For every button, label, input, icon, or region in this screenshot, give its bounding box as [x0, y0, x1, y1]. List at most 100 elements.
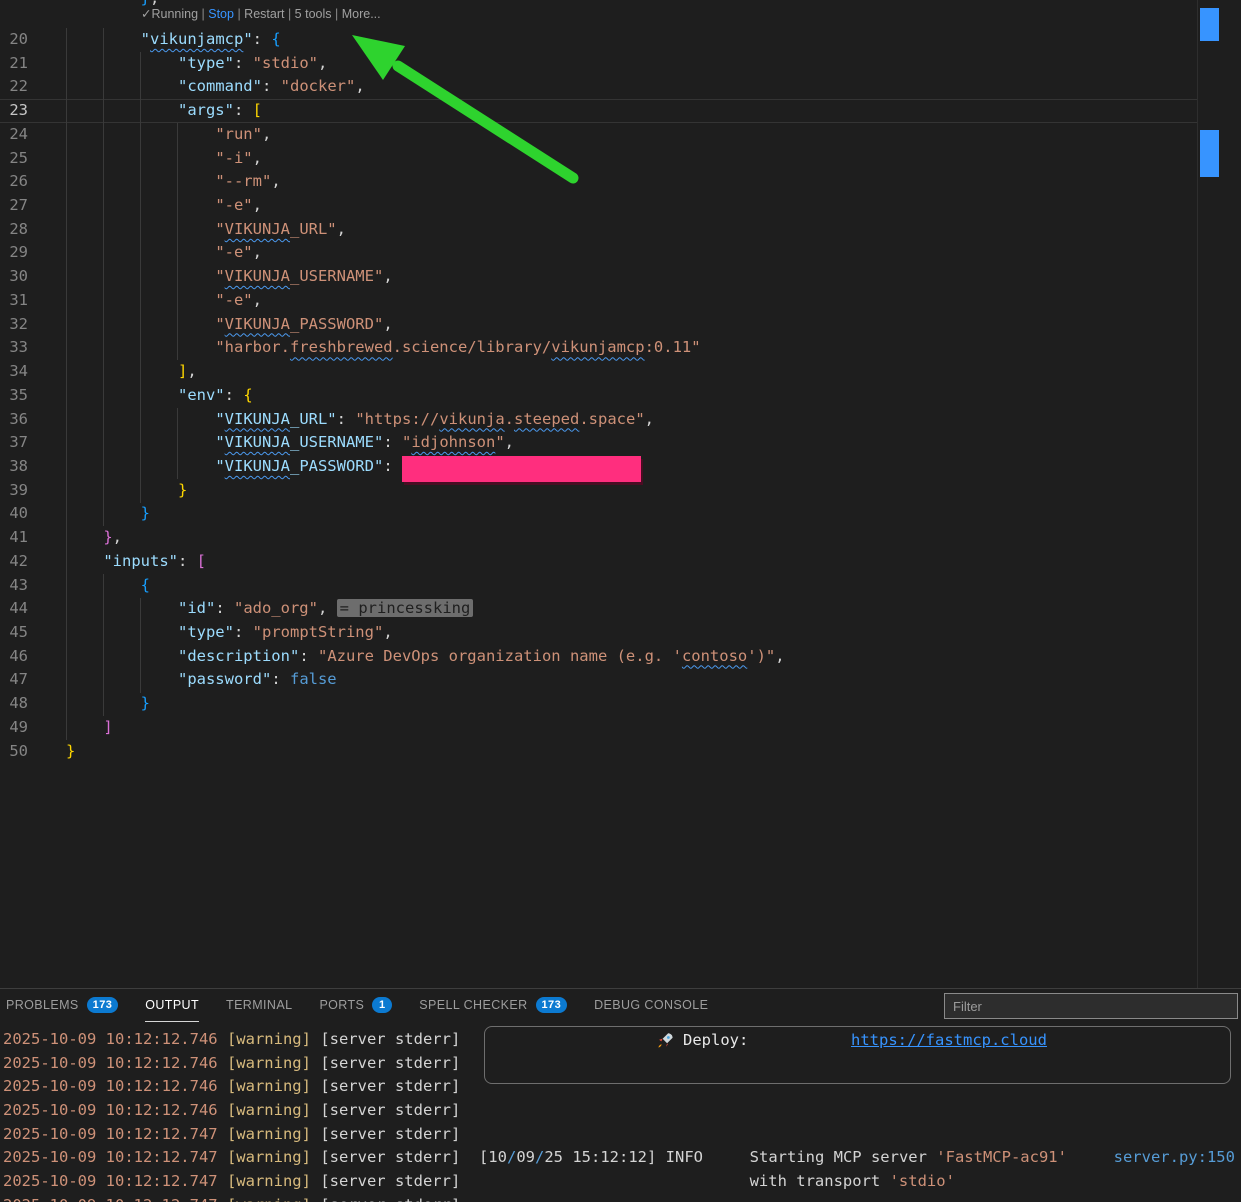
code-line[interactable]: 20 "vikunjamcp": { [0, 28, 1197, 52]
code-line[interactable]: 49 ] [0, 716, 1197, 740]
code-token: [server stderr] [320, 1030, 460, 1048]
codelens-restart[interactable]: Restart [244, 7, 284, 21]
code-editor[interactable]: }, ✓Running | Stop | Restart | 5 tools |… [0, 0, 1241, 988]
output-log[interactable]: Deploy: https://fastmcp.cloud 2025-10-09… [0, 1023, 1241, 1202]
code-line[interactable]: 34 ], [0, 360, 1197, 384]
code-line[interactable]: 46 "description": "Azure DevOps organiza… [0, 645, 1197, 669]
code-line[interactable]: 35 "env": { [0, 384, 1197, 408]
line-number: 31 [0, 289, 28, 313]
code-token: _PASSWORD" [290, 315, 383, 333]
code-token: , [253, 149, 262, 167]
code-token: _USERNAME" [290, 433, 383, 451]
line-number: 34 [0, 360, 28, 384]
code-token: Starting MCP server [750, 1148, 937, 1166]
codelens-more-[interactable]: More... [342, 7, 381, 21]
code-line[interactable]: 33 "harbor.freshbrewed.science/library/v… [0, 336, 1197, 360]
tab-output[interactable]: OUTPUT [145, 989, 199, 1022]
code-line[interactable]: 28 "VIKUNJA_URL", [0, 218, 1197, 242]
codelens-5-tools[interactable]: 5 tools [295, 7, 332, 21]
code-token: [ [197, 552, 206, 570]
tab-debug-console[interactable]: DEBUG CONSOLE [594, 989, 708, 1022]
code-token: , [253, 243, 262, 261]
code-token: [ [253, 101, 262, 119]
code-token: " [402, 433, 411, 451]
code-token: . [505, 410, 514, 428]
code-line[interactable]: 50} [0, 740, 1197, 764]
log-line: 2025-10-09 10:12:12.747 [warning] [serve… [3, 1194, 1241, 1202]
code-line[interactable]: 43 { [0, 574, 1197, 598]
deploy-link[interactable]: https://fastmcp.cloud [851, 1029, 1047, 1053]
code-token: "harbor. [215, 338, 290, 356]
code-lines: 20 "vikunjamcp": {21 "type": "stdio",22 … [0, 28, 1197, 763]
code-token [66, 77, 178, 95]
code-line[interactable]: 23 "args": [ [0, 99, 1197, 123]
overview-ruler-mark [1200, 130, 1219, 177]
code-line[interactable]: 26 "--rm", [0, 170, 1197, 194]
code-line[interactable]: 21 "type": "stdio", [0, 52, 1197, 76]
code-token [311, 1077, 320, 1095]
code-token: 2025-10-09 10:12:12.747 [3, 1148, 227, 1166]
code-token: 2025-10-09 10:12:12.746 [3, 1030, 227, 1048]
line-number: 50 [0, 740, 28, 764]
code-token: "password" [178, 670, 271, 688]
code-token [66, 599, 178, 617]
tab-ports[interactable]: PORTS1 [319, 989, 392, 1022]
code-line[interactable]: 24 "run", [0, 123, 1197, 147]
code-line[interactable]: 29 "-e", [0, 241, 1197, 265]
code-line[interactable]: 39 } [0, 479, 1197, 503]
line-number: 32 [0, 313, 28, 337]
code-line[interactable]: 22 "command": "docker", [0, 75, 1197, 99]
filter-input[interactable] [944, 993, 1238, 1019]
code-token: 2025-10-09 10:12:12.746 [3, 1101, 227, 1119]
code-line[interactable]: 37 "VIKUNJA_USERNAME": "idjohnson", [0, 431, 1197, 455]
vscode-window: }, ✓Running | Stop | Restart | 5 tools |… [0, 0, 1241, 1202]
line-number: 42 [0, 550, 28, 574]
code-token: 'FastMCP-ac91' [936, 1148, 1067, 1166]
code-token: , [337, 220, 346, 238]
code-token: " [215, 315, 224, 333]
code-token [66, 30, 141, 48]
code-line[interactable]: 42 "inputs": [ [0, 550, 1197, 574]
code-token: _USERNAME" [290, 267, 383, 285]
code-line[interactable]: 27 "-e", [0, 194, 1197, 218]
code-token: } [141, 694, 150, 712]
code-token [1067, 1148, 1114, 1166]
tab-problems[interactable]: PROBLEMS173 [6, 989, 118, 1022]
code-line[interactable]: 30 "VIKUNJA_USERNAME", [0, 265, 1197, 289]
code-token: ')" [747, 647, 775, 665]
line-number: 22 [0, 75, 28, 99]
code-token: .space" [579, 410, 644, 428]
tab-badge: 173 [536, 997, 568, 1013]
tab-spell-checker[interactable]: SPELL CHECKER173 [419, 989, 567, 1022]
bottom-panel: PROBLEMS173 OUTPUT TERMINAL PORTS1 SPELL CHE… [0, 988, 1241, 1202]
code-token: : [178, 552, 197, 570]
code-line[interactable]: 32 "VIKUNJA_PASSWORD", [0, 313, 1197, 337]
code-token: [warning] [227, 1054, 311, 1072]
code-token: "type" [178, 54, 234, 72]
code-line[interactable]: 44 "id": "ado_org", = princessking [0, 597, 1197, 621]
code-token: " [215, 220, 224, 238]
code-line[interactable]: 48 } [0, 692, 1197, 716]
code-token: contoso [682, 647, 747, 665]
code-token: , [318, 599, 327, 617]
code-line[interactable]: 41 }, [0, 526, 1197, 550]
code-token: INFO [666, 1148, 703, 1166]
code-token: / [507, 1148, 516, 1166]
codelens-stop[interactable]: Stop [208, 7, 234, 21]
tab-terminal[interactable]: TERMINAL [226, 989, 292, 1022]
code-line[interactable]: 40 } [0, 502, 1197, 526]
code-token: : [383, 433, 402, 451]
code-token: " [243, 30, 252, 48]
code-token: vikunja [439, 410, 504, 428]
log-line: 2025-10-09 10:12:12.747 [warning] [serve… [3, 1123, 1241, 1147]
code-token: "env" [178, 386, 225, 404]
mcp-server-codelens: ✓Running | Stop | Restart | 5 tools | Mo… [141, 4, 381, 24]
code-line[interactable]: 47 "password": false [0, 668, 1197, 692]
tab-label: PORTS [319, 998, 364, 1012]
code-token: : [299, 647, 318, 665]
code-line[interactable]: 45 "type": "promptString", [0, 621, 1197, 645]
code-line[interactable]: 31 "-e", [0, 289, 1197, 313]
code-line[interactable]: 36 "VIKUNJA_URL": "https://vikunja.steep… [0, 408, 1197, 432]
code-line[interactable]: 25 "-i", [0, 147, 1197, 171]
code-token [66, 528, 103, 546]
